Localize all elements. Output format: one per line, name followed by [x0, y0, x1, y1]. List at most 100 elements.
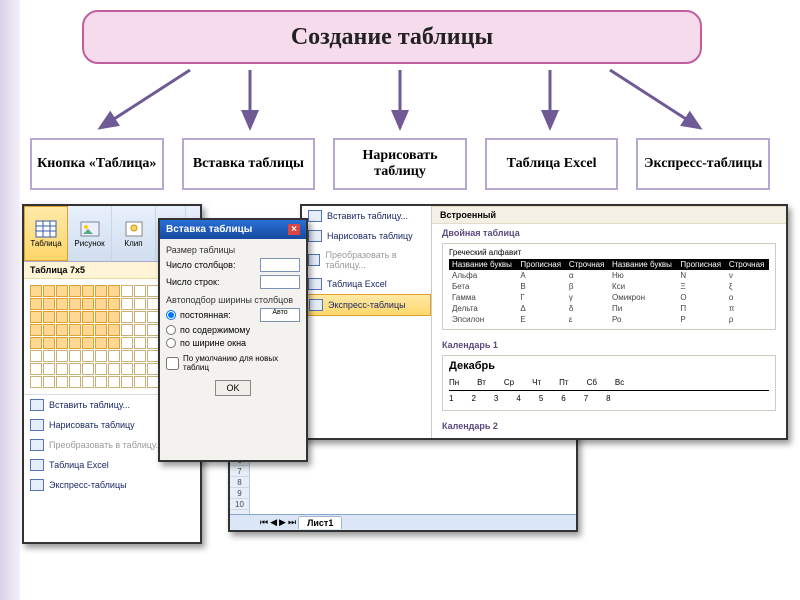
- radio-fixed[interactable]: [166, 310, 176, 320]
- grid-cell[interactable]: [69, 324, 81, 336]
- nav-first-icon[interactable]: ⏮: [260, 517, 268, 528]
- grid-cell[interactable]: [82, 324, 94, 336]
- row-header[interactable]: 8: [230, 477, 249, 488]
- grid-cell[interactable]: [134, 311, 146, 323]
- close-icon[interactable]: ×: [288, 224, 300, 235]
- menu-item[interactable]: Экспресс-таблицы: [24, 475, 200, 495]
- radio-content[interactable]: [166, 325, 176, 335]
- grid-cell[interactable]: [121, 298, 133, 310]
- grid-cell[interactable]: [95, 337, 107, 349]
- fixed-width-input[interactable]: Авто: [260, 308, 300, 322]
- radio-window[interactable]: [166, 338, 176, 348]
- grid-cell[interactable]: [121, 350, 133, 362]
- grid-cell[interactable]: [82, 285, 94, 297]
- grid-cell[interactable]: [30, 311, 42, 323]
- grid-cell[interactable]: [56, 337, 68, 349]
- grid-cell[interactable]: [82, 350, 94, 362]
- grid-cell[interactable]: [108, 363, 120, 375]
- grid-cell[interactable]: [30, 285, 42, 297]
- grid-cell[interactable]: [30, 376, 42, 388]
- grid-cell[interactable]: [134, 298, 146, 310]
- grid-cell[interactable]: [56, 311, 68, 323]
- grid-cell[interactable]: [108, 298, 120, 310]
- grid-cell[interactable]: [56, 298, 68, 310]
- grid-cell[interactable]: [108, 376, 120, 388]
- grid-cell[interactable]: [43, 285, 55, 297]
- row-header[interactable]: 9: [230, 488, 249, 499]
- option-table-button[interactable]: Кнопка «Таблица»: [30, 138, 164, 190]
- thumb-calendar1[interactable]: Декабрь ПнВтСрЧтПтСбВс 12345678: [442, 355, 776, 411]
- nav-last-icon[interactable]: ⏭: [288, 517, 296, 528]
- grid-cell[interactable]: [95, 311, 107, 323]
- grid-cell[interactable]: [121, 363, 133, 375]
- cols-input[interactable]: [260, 258, 300, 272]
- grid-cell[interactable]: [43, 350, 55, 362]
- grid-cell[interactable]: [121, 311, 133, 323]
- grid-cell[interactable]: [56, 324, 68, 336]
- grid-cell[interactable]: [82, 311, 94, 323]
- grid-cell[interactable]: [95, 298, 107, 310]
- grid-cell[interactable]: [69, 311, 81, 323]
- option-insert-table[interactable]: Вставка таблицы: [182, 138, 316, 190]
- menu-item[interactable]: Вставить таблицу...: [302, 206, 431, 226]
- option-express-tables[interactable]: Экспресс-таблицы: [636, 138, 770, 190]
- grid-cell[interactable]: [30, 337, 42, 349]
- grid-cell[interactable]: [95, 324, 107, 336]
- grid-cell[interactable]: [82, 298, 94, 310]
- option-draw-table[interactable]: Нарисовать таблицу: [333, 138, 467, 190]
- ribbon-btn-picture[interactable]: Рисунок: [68, 206, 112, 261]
- grid-cell[interactable]: [134, 363, 146, 375]
- grid-cell[interactable]: [82, 337, 94, 349]
- grid-cell[interactable]: [30, 363, 42, 375]
- ok-button[interactable]: OK: [215, 380, 250, 396]
- grid-cell[interactable]: [69, 337, 81, 349]
- grid-cell[interactable]: [43, 324, 55, 336]
- grid-cell[interactable]: [134, 376, 146, 388]
- sheet-tab[interactable]: Лист1: [298, 516, 342, 529]
- grid-cell[interactable]: [95, 363, 107, 375]
- grid-cell[interactable]: [108, 337, 120, 349]
- nav-next-icon[interactable]: ▶: [279, 517, 286, 528]
- rows-input[interactable]: [260, 275, 300, 289]
- grid-cell[interactable]: [69, 363, 81, 375]
- grid-cell[interactable]: [43, 376, 55, 388]
- grid-cell[interactable]: [82, 363, 94, 375]
- grid-cell[interactable]: [108, 311, 120, 323]
- ribbon-btn-table[interactable]: Таблица: [24, 206, 68, 261]
- grid-cell[interactable]: [43, 363, 55, 375]
- grid-cell[interactable]: [95, 285, 107, 297]
- grid-cell[interactable]: [69, 376, 81, 388]
- grid-cell[interactable]: [56, 350, 68, 362]
- grid-cell[interactable]: [134, 285, 146, 297]
- grid-cell[interactable]: [56, 363, 68, 375]
- grid-cell[interactable]: [30, 298, 42, 310]
- grid-cell[interactable]: [134, 350, 146, 362]
- row-header[interactable]: 7: [230, 466, 249, 477]
- menu-item[interactable]: Нарисовать таблицу: [302, 226, 431, 246]
- grid-cell[interactable]: [121, 285, 133, 297]
- grid-cell[interactable]: [95, 376, 107, 388]
- row-header[interactable]: 10: [230, 499, 249, 510]
- grid-cell[interactable]: [95, 350, 107, 362]
- menu-item[interactable]: Таблица Excel: [302, 274, 431, 294]
- ribbon-btn-clip[interactable]: Клип: [112, 206, 156, 261]
- grid-cell[interactable]: [69, 285, 81, 297]
- grid-cell[interactable]: [69, 350, 81, 362]
- grid-cell[interactable]: [108, 285, 120, 297]
- grid-cell[interactable]: [56, 376, 68, 388]
- grid-cell[interactable]: [56, 285, 68, 297]
- menu-item[interactable]: Экспресс-таблицы: [302, 294, 431, 316]
- grid-cell[interactable]: [121, 376, 133, 388]
- nav-prev-icon[interactable]: ◀: [270, 517, 277, 528]
- grid-cell[interactable]: [121, 337, 133, 349]
- grid-cell[interactable]: [134, 337, 146, 349]
- thumb-double-table[interactable]: Греческий алфавит Название буквыПрописна…: [442, 243, 776, 330]
- grid-cell[interactable]: [30, 324, 42, 336]
- grid-cell[interactable]: [121, 324, 133, 336]
- grid-cell[interactable]: [43, 298, 55, 310]
- grid-cell[interactable]: [43, 337, 55, 349]
- grid-cell[interactable]: [134, 324, 146, 336]
- grid-cell[interactable]: [82, 376, 94, 388]
- grid-cell[interactable]: [69, 298, 81, 310]
- grid-cell[interactable]: [108, 324, 120, 336]
